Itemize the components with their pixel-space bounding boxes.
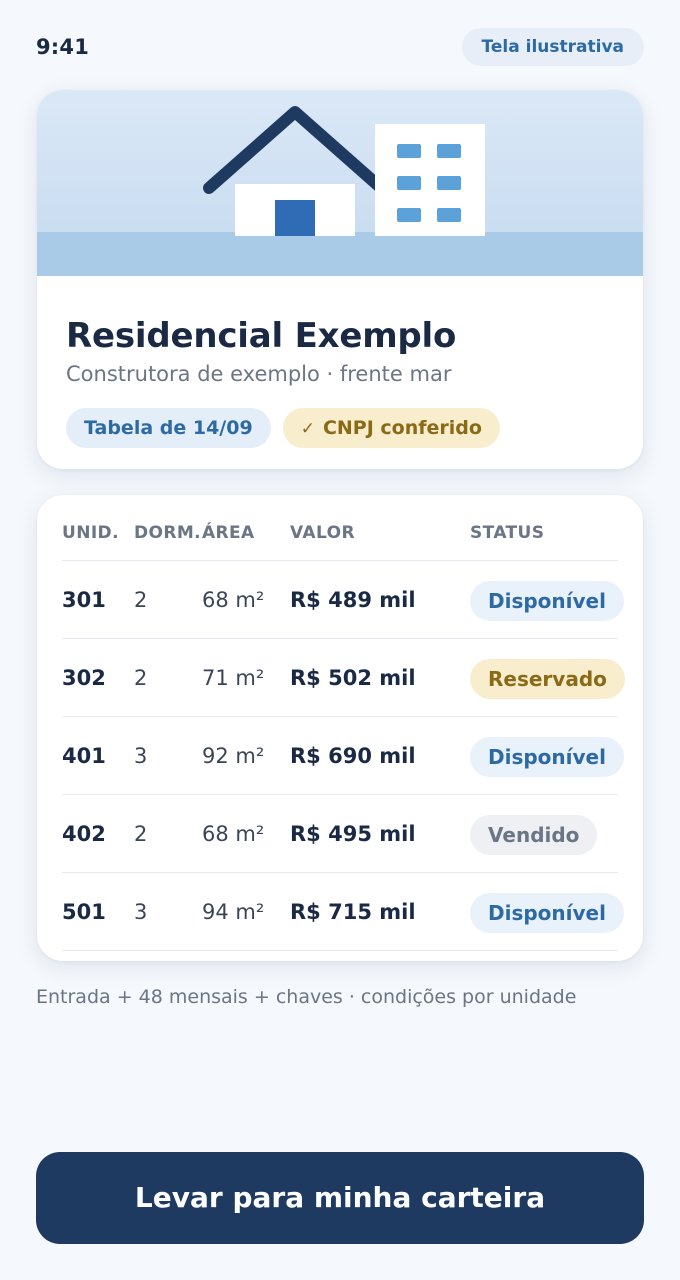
table-header: UNID. DORM. ÁREA VALOR STATUS <box>62 513 618 561</box>
status-badge: Vendido <box>470 815 598 855</box>
header-bedrooms: DORM. <box>134 523 202 543</box>
bedrooms: 2 <box>134 666 148 690</box>
bedrooms: 2 <box>134 588 148 612</box>
status-badge: Reservado <box>470 659 625 699</box>
units-table: UNID. DORM. ÁREA VALOR STATUS 301 2 68 m… <box>37 495 643 961</box>
status-badge: Disponível <box>470 893 624 933</box>
cnpj-verified-label: CNPJ conferido <box>322 417 482 439</box>
table-row[interactable]: 402 2 68 m² R$ 495 mil Vendido <box>62 795 618 873</box>
unit-number: 401 <box>62 744 106 768</box>
price: R$ 495 mil <box>290 822 416 846</box>
header-price: VALOR <box>290 523 355 543</box>
table-row[interactable]: 302 2 71 m² R$ 502 mil Reservado <box>62 639 625 717</box>
price: R$ 489 mil <box>290 588 416 612</box>
add-to-portfolio-button[interactable]: Levar para minha carteira <box>36 1152 644 1244</box>
area: 68 m² <box>202 822 265 846</box>
project-subtitle: Construtora de exemplo · frente mar <box>66 362 452 386</box>
house-building-illustration <box>37 90 643 276</box>
price: R$ 690 mil <box>290 744 416 768</box>
unit-number: 301 <box>62 588 106 612</box>
unit-number: 402 <box>62 822 106 846</box>
header-unit: UNID. <box>62 523 119 543</box>
project-title: Residencial Exemplo <box>66 316 457 356</box>
unit-number: 302 <box>62 666 106 690</box>
unit-number: 501 <box>62 900 106 924</box>
project-card: Residencial Exemplo Construtora de exemp… <box>37 90 643 469</box>
table-row[interactable]: 401 3 92 m² R$ 690 mil Disponível <box>62 717 624 795</box>
table-row[interactable]: 301 2 68 m² R$ 489 mil Disponível <box>62 561 624 639</box>
payment-terms-note: Entrada + 48 mensais + chaves · condiçõe… <box>36 986 577 1008</box>
status-badge: Disponível <box>470 737 624 777</box>
cnpj-verified-tag: ✓ CNPJ conferido <box>282 408 500 448</box>
price-table-date-tag: Tabela de 14/09 <box>66 408 271 448</box>
area: 71 m² <box>202 666 265 690</box>
project-tags: Tabela de 14/09 ✓ CNPJ conferido <box>66 408 500 448</box>
check-icon: ✓ <box>300 419 315 439</box>
area: 94 m² <box>202 900 265 924</box>
bedrooms: 3 <box>134 744 148 768</box>
area: 68 m² <box>202 588 265 612</box>
illustrative-badge: Tela ilustrativa <box>461 28 644 66</box>
table-row[interactable]: 501 3 94 m² R$ 715 mil Disponível <box>62 873 624 951</box>
clock: 9:41 <box>36 35 90 59</box>
bedrooms: 2 <box>134 822 148 846</box>
price: R$ 715 mil <box>290 900 416 924</box>
price: R$ 502 mil <box>290 666 416 690</box>
bedrooms: 3 <box>134 900 148 924</box>
header-area: ÁREA <box>202 523 255 543</box>
status-bar: 9:41 Tela ilustrativa <box>36 28 644 66</box>
header-status: STATUS <box>470 523 545 543</box>
area: 92 m² <box>202 744 265 768</box>
status-badge: Disponível <box>470 581 624 621</box>
